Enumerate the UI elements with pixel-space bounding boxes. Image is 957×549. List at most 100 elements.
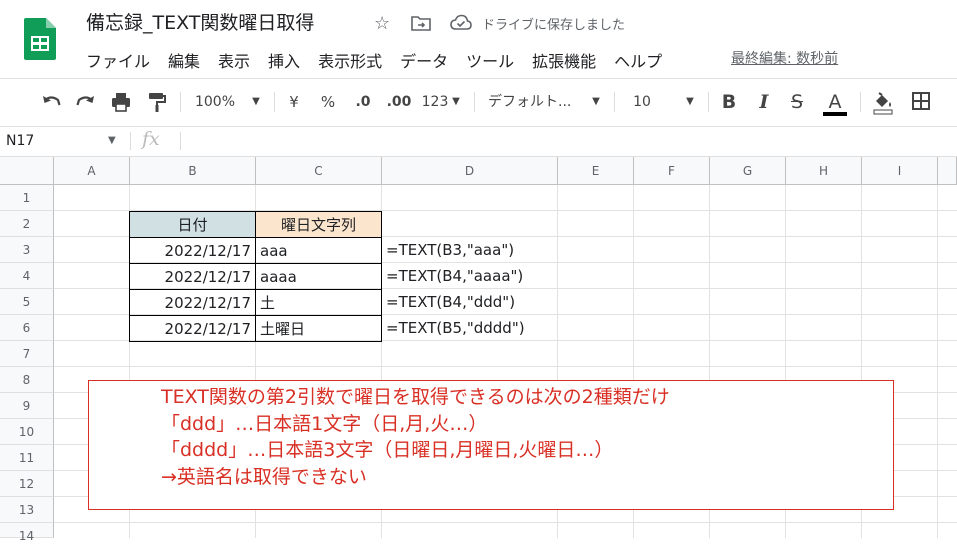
fx-icon: fx: [142, 128, 160, 150]
move-folder-icon[interactable]: [411, 15, 431, 31]
strikethrough-icon[interactable]: S: [786, 87, 808, 117]
row-header[interactable]: 2: [0, 211, 54, 237]
table-header-date[interactable]: 日付: [129, 211, 256, 238]
note-line: TEXT関数の第2引数で曜日を取得できるのは次の2種類だけ: [161, 386, 670, 408]
menu-edit[interactable]: 編集: [168, 48, 200, 71]
toolbar-separator: [474, 92, 475, 112]
cell-formula[interactable]: =TEXT(B4,"aaaa"): [382, 263, 558, 289]
row-header[interactable]: 8: [0, 367, 54, 393]
row-header[interactable]: 9: [0, 393, 54, 419]
row-header[interactable]: 7: [0, 341, 54, 367]
column-header[interactable]: [938, 157, 957, 185]
chevron-down-icon[interactable]: ▼: [108, 135, 116, 146]
formula-input[interactable]: [190, 133, 950, 153]
cell-date[interactable]: 2022/12/17: [129, 263, 256, 290]
column-header[interactable]: F: [634, 157, 710, 185]
font-size-select[interactable]: 10: [630, 87, 654, 117]
cloud-saved-icon: [450, 14, 472, 30]
cell-result[interactable]: 土曜日: [255, 315, 382, 342]
gridline: [54, 522, 957, 523]
chevron-down-icon[interactable]: ▼: [450, 87, 462, 117]
zoom-select[interactable]: 100%: [190, 87, 240, 117]
borders-icon[interactable]: [910, 87, 932, 117]
table-header-weekday[interactable]: 曜日文字列: [255, 211, 382, 238]
row-header[interactable]: 11: [0, 445, 54, 471]
chevron-down-icon[interactable]: ▼: [590, 87, 602, 117]
redo-icon[interactable]: [75, 87, 97, 117]
formula-bar-separator: [180, 132, 181, 150]
toolbar-separator: [708, 92, 709, 112]
column-header[interactable]: I: [862, 157, 938, 185]
decrease-decimal-button[interactable]: .0: [350, 87, 376, 117]
text-color-swatch: [823, 112, 847, 116]
paint-format-icon[interactable]: [146, 87, 168, 117]
document-title[interactable]: 備忘録_TEXT関数曜日取得: [86, 10, 314, 36]
note-line: →英語名は取得できない: [161, 465, 367, 488]
note-text-box[interactable]: TEXT関数の第2引数で曜日を取得できるのは次の2種類だけ 「ddd」…日本語1…: [88, 380, 894, 510]
column-header[interactable]: C: [256, 157, 382, 185]
menu-tools[interactable]: ツール: [466, 48, 514, 71]
save-status: ドライブに保存しました: [482, 18, 626, 33]
menu-extensions[interactable]: 拡張機能: [532, 48, 596, 71]
row-header[interactable]: 13: [0, 497, 54, 523]
undo-icon[interactable]: [40, 87, 62, 117]
menu-data[interactable]: データ: [400, 48, 448, 71]
column-header[interactable]: H: [786, 157, 862, 185]
cell-result[interactable]: 土: [255, 289, 382, 316]
row-header[interactable]: 1: [0, 185, 54, 211]
note-line: 「dddd」…日本語3文字（日曜日,月曜日,火曜日…）: [161, 439, 614, 461]
menu-view[interactable]: 表示: [218, 48, 250, 71]
toolbar: 100% ▼ ¥ % .0 .00 123 ▼ デフォルト... ▼ 10 ▼ …: [0, 87, 957, 117]
currency-button[interactable]: ¥: [284, 87, 304, 117]
menu-insert[interactable]: 挿入: [268, 48, 300, 71]
increase-decimal-button[interactable]: .00: [385, 87, 413, 117]
row-header[interactable]: 12: [0, 471, 54, 497]
column-header[interactable]: B: [130, 157, 256, 185]
row-header[interactable]: 5: [0, 289, 54, 315]
column-header[interactable]: E: [558, 157, 634, 185]
row-header[interactable]: 10: [0, 419, 54, 445]
percent-button[interactable]: %: [318, 87, 338, 117]
cell-formula[interactable]: =TEXT(B4,"ddd"): [382, 289, 558, 315]
note-line: 「ddd」…日本語1文字（日,月,火…）: [161, 412, 488, 435]
gridline: [937, 185, 938, 538]
cell-formula[interactable]: =TEXT(B3,"aaa"): [382, 237, 558, 263]
row-header[interactable]: 14: [0, 523, 54, 543]
column-header[interactable]: A: [54, 157, 130, 185]
row-header[interactable]: 6: [0, 315, 54, 341]
print-icon[interactable]: [110, 87, 132, 117]
cell-date[interactable]: 2022/12/17: [129, 315, 256, 342]
gridline: [54, 366, 957, 367]
cell-result[interactable]: aaa: [255, 237, 382, 264]
formula-bar-separator: [130, 132, 131, 150]
toolbar-divider: [0, 126, 957, 127]
cell-date[interactable]: 2022/12/17: [129, 237, 256, 264]
cell-date[interactable]: 2022/12/17: [129, 289, 256, 316]
note-text: TEXT関数の第2引数で曜日を取得できるのは次の2種類だけ 「ddd」…日本語1…: [161, 384, 670, 490]
menu-bar: ファイル 編集 表示 挿入 表示形式 データ ツール 拡張機能 ヘルプ: [86, 48, 680, 71]
last-edit-link[interactable]: 最終編集: 数秒前: [731, 48, 838, 68]
italic-icon[interactable]: I: [753, 87, 775, 117]
more-formats-button[interactable]: 123: [420, 87, 450, 117]
toolbar-separator: [614, 92, 615, 112]
toolbar-separator: [180, 92, 181, 112]
chevron-down-icon[interactable]: ▼: [250, 87, 262, 117]
column-header[interactable]: D: [382, 157, 558, 185]
sheets-logo-icon[interactable]: [24, 18, 56, 60]
cell-formula[interactable]: =TEXT(B5,"dddd"): [382, 315, 558, 341]
fill-color-icon[interactable]: [872, 87, 894, 117]
column-header[interactable]: G: [710, 157, 786, 185]
row-header[interactable]: 3: [0, 237, 54, 263]
cell-result[interactable]: aaaa: [255, 263, 382, 290]
bold-icon[interactable]: B: [718, 87, 740, 117]
font-select[interactable]: デフォルト...: [488, 87, 584, 117]
name-box[interactable]: N17: [6, 133, 34, 149]
menu-file[interactable]: ファイル: [86, 48, 150, 71]
menu-format[interactable]: 表示形式: [318, 48, 382, 71]
row-header[interactable]: 4: [0, 263, 54, 289]
chevron-down-icon[interactable]: ▼: [684, 87, 696, 117]
star-icon[interactable]: ☆: [374, 14, 390, 34]
select-all-corner[interactable]: [0, 157, 54, 185]
menu-help[interactable]: ヘルプ: [614, 48, 662, 71]
toolbar-separator: [860, 92, 861, 112]
